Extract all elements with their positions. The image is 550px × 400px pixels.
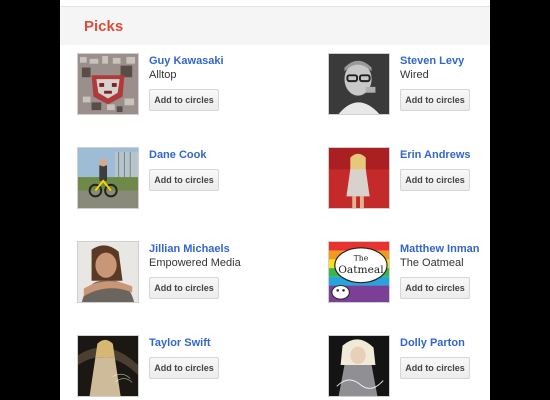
- add-to-circles-button[interactable]: Add to circles: [400, 277, 470, 299]
- outdoor-photo-icon[interactable]: [77, 147, 139, 209]
- person-card: Guy Kawasaki Alltop Add to circles: [77, 53, 267, 123]
- person-card: The Oatmeal Matthew Inman The Oatmeal Ad…: [328, 241, 490, 311]
- person-name[interactable]: Steven Levy: [400, 55, 464, 67]
- mosaic-portrait-icon[interactable]: [77, 53, 139, 115]
- person-subtitle: Empowered Media: [149, 257, 241, 269]
- person-card: Taylor Swift Add to circles: [77, 335, 267, 400]
- person-card: Erin Andrews Add to circles: [328, 147, 490, 217]
- portrait-photo-icon[interactable]: [77, 241, 139, 303]
- person-card: Jillian Michaels Empowered Media Add to …: [77, 241, 267, 311]
- add-to-circles-button[interactable]: Add to circles: [400, 169, 470, 191]
- svg-text:The: The: [354, 253, 369, 262]
- add-to-circles-button[interactable]: Add to circles: [149, 277, 219, 299]
- add-to-circles-button[interactable]: Add to circles: [149, 357, 219, 379]
- add-to-circles-button[interactable]: Add to circles: [149, 89, 219, 111]
- svg-text:Oatmeal: Oatmeal: [338, 263, 384, 276]
- add-to-circles-button[interactable]: Add to circles: [400, 357, 470, 379]
- person-name[interactable]: Dolly Parton: [400, 337, 465, 349]
- person-name[interactable]: Taylor Swift: [149, 337, 211, 349]
- person-subtitle: The Oatmeal: [400, 257, 464, 269]
- person-subtitle: Wired: [400, 69, 429, 81]
- add-to-circles-button[interactable]: Add to circles: [149, 169, 219, 191]
- portrait-photo-icon[interactable]: [328, 53, 390, 115]
- person-card: Dolly Parton Add to circles: [328, 335, 490, 400]
- person-name[interactable]: Jillian Michaels: [149, 243, 230, 255]
- person-card: Dane Cook Add to circles: [77, 147, 267, 217]
- person-card: Steven Levy Wired Add to circles: [328, 53, 490, 123]
- person-name[interactable]: Erin Andrews: [400, 149, 471, 161]
- album-cover-icon[interactable]: [77, 335, 139, 397]
- person-name[interactable]: Guy Kawasaki: [149, 55, 224, 67]
- picks-panel: Picks Guy Kawasaki Alltop Add to circles: [60, 0, 490, 400]
- picks-header: Picks: [60, 6, 490, 45]
- red-carpet-photo-icon[interactable]: [328, 147, 390, 209]
- album-cover-icon[interactable]: [328, 335, 390, 397]
- person-subtitle: Alltop: [149, 69, 177, 81]
- add-to-circles-button[interactable]: Add to circles: [400, 89, 470, 111]
- oatmeal-logo-icon[interactable]: The Oatmeal: [328, 241, 390, 303]
- section-title: Picks: [84, 18, 124, 35]
- person-name[interactable]: Matthew Inman: [400, 243, 479, 255]
- person-name[interactable]: Dane Cook: [149, 149, 206, 161]
